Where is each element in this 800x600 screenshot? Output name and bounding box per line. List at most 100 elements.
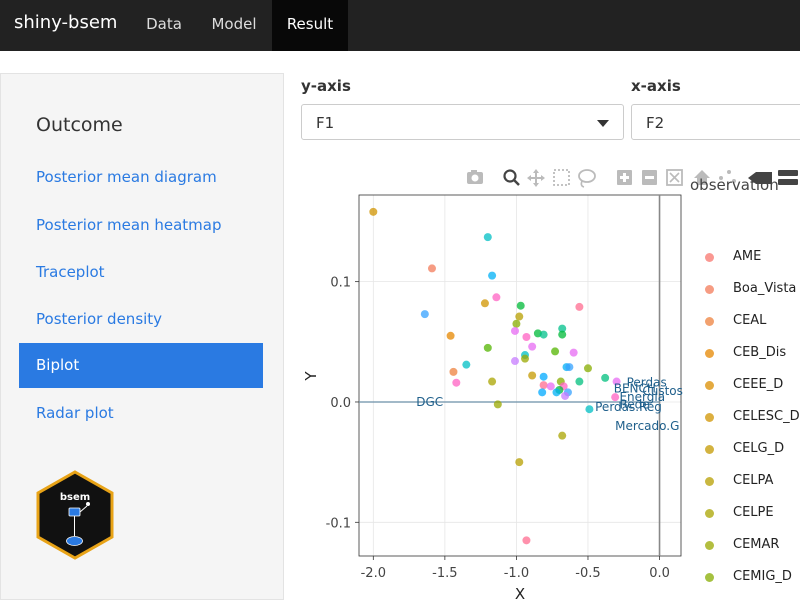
sidebar-item-posterior-mean-heatmap[interactable]: Posterior mean heatmap xyxy=(36,216,222,234)
data-point xyxy=(522,332,531,341)
variable-label: BENCH xyxy=(614,382,656,396)
bsem-logo: bsem xyxy=(35,470,115,566)
camera-icon[interactable] xyxy=(467,170,483,184)
data-point xyxy=(528,371,537,380)
data-point xyxy=(446,331,455,340)
variable-label: Energia xyxy=(619,390,665,404)
legend-marker xyxy=(705,317,714,326)
y-tick-label: -0.1 xyxy=(326,516,351,531)
data-point xyxy=(521,354,530,363)
legend-label: CEAL xyxy=(733,313,767,328)
data-point xyxy=(558,330,567,339)
x-tick-label: -0.5 xyxy=(575,566,600,581)
data-point xyxy=(601,373,610,382)
data-point xyxy=(552,388,561,397)
y-tick-label: 0.1 xyxy=(330,276,351,291)
data-point xyxy=(556,377,565,386)
data-point xyxy=(558,324,567,333)
data-point xyxy=(449,367,458,376)
legend-label: CELPE xyxy=(733,505,774,520)
data-point xyxy=(612,377,621,386)
data-point xyxy=(558,431,567,440)
data-point xyxy=(561,391,570,400)
y-axis-value: F1 xyxy=(316,114,335,132)
legend-marker xyxy=(705,349,714,358)
data-point xyxy=(583,364,592,373)
sidebar-item-posterior-density[interactable]: Posterior density xyxy=(36,310,162,328)
data-point xyxy=(516,301,525,310)
legend-marker xyxy=(705,413,714,422)
data-point xyxy=(427,264,436,273)
legend-marker xyxy=(705,381,714,390)
sidebar-item-posterior-mean-diagram[interactable]: Posterior mean diagram xyxy=(36,168,217,186)
y-axis-title: Y xyxy=(302,371,320,382)
zoom-in-icon[interactable] xyxy=(617,170,632,185)
x-tick-label: -1.0 xyxy=(504,566,529,581)
logo-text: bsem xyxy=(60,492,90,503)
lasso-icon[interactable] xyxy=(578,169,596,188)
data-point xyxy=(546,382,555,391)
data-point xyxy=(488,271,497,280)
data-point xyxy=(515,312,524,321)
variable-label: Mercado.G xyxy=(615,419,679,433)
legend-marker xyxy=(705,253,714,262)
x-tick-label: 0.0 xyxy=(649,566,670,581)
data-point xyxy=(559,382,568,391)
sidebar-item-biplot-label: Biplot xyxy=(36,356,80,374)
variable-label: Rede xyxy=(619,397,649,411)
variable-label: Custos xyxy=(642,384,683,398)
legend-marker xyxy=(705,445,714,454)
data-point xyxy=(512,319,521,328)
zoom-out-icon[interactable] xyxy=(642,170,657,185)
legend-label: Boa_Vista xyxy=(733,281,797,296)
data-point xyxy=(538,388,547,397)
zoom-icon[interactable] xyxy=(503,169,520,186)
data-point xyxy=(462,360,471,369)
sidebar-item-radar-plot[interactable]: Radar plot xyxy=(36,404,114,422)
legend-title: observation xyxy=(690,176,779,194)
x-axis-select[interactable]: F2 xyxy=(631,104,800,140)
data-point xyxy=(565,363,574,372)
sidebar-title: Outcome xyxy=(36,114,123,136)
app-brand[interactable]: shiny-bsem xyxy=(14,12,117,33)
y-axis-select[interactable]: F1 xyxy=(301,104,624,140)
legend-label: CEB_Dis xyxy=(733,345,787,360)
data-point xyxy=(539,330,548,339)
x-axis-label: x-axis xyxy=(631,77,681,95)
tab-data[interactable]: Data xyxy=(133,0,195,51)
tab-model[interactable]: Model xyxy=(198,0,270,51)
data-point xyxy=(562,363,571,372)
x-axis-value: F2 xyxy=(646,114,665,132)
data-point xyxy=(420,310,429,319)
hover-compare-icon[interactable] xyxy=(778,170,798,185)
legend-label: AME xyxy=(733,249,762,264)
legend-marker xyxy=(705,509,714,518)
data-point xyxy=(369,207,378,216)
box-select-icon[interactable] xyxy=(553,169,570,186)
variable-label: Perdas.Reg xyxy=(595,400,662,414)
data-point xyxy=(492,293,501,302)
legend-marker xyxy=(705,541,714,550)
variable-label: DGC xyxy=(416,395,443,409)
sidebar-item-traceplot[interactable]: Traceplot xyxy=(36,263,105,281)
data-point xyxy=(488,377,497,386)
pan-icon[interactable] xyxy=(527,169,545,187)
autoscale-icon[interactable] xyxy=(666,169,683,186)
tab-result[interactable]: Result xyxy=(272,0,348,51)
data-point xyxy=(493,400,502,409)
data-point xyxy=(515,458,524,467)
plot-border xyxy=(358,194,682,557)
chevron-down-icon xyxy=(597,120,609,127)
data-point xyxy=(575,377,584,386)
data-point xyxy=(539,381,548,390)
y-tick-label: 0.0 xyxy=(330,396,351,411)
sidebar-item-biplot[interactable]: Biplot xyxy=(19,343,263,388)
data-point xyxy=(510,357,519,366)
x-tick-label: -2.0 xyxy=(361,566,386,581)
data-point xyxy=(611,393,620,402)
data-point xyxy=(452,378,461,387)
legend-label: CELESC_D xyxy=(733,409,800,424)
data-point xyxy=(528,342,537,351)
data-point xyxy=(551,347,560,356)
data-point xyxy=(483,343,492,352)
